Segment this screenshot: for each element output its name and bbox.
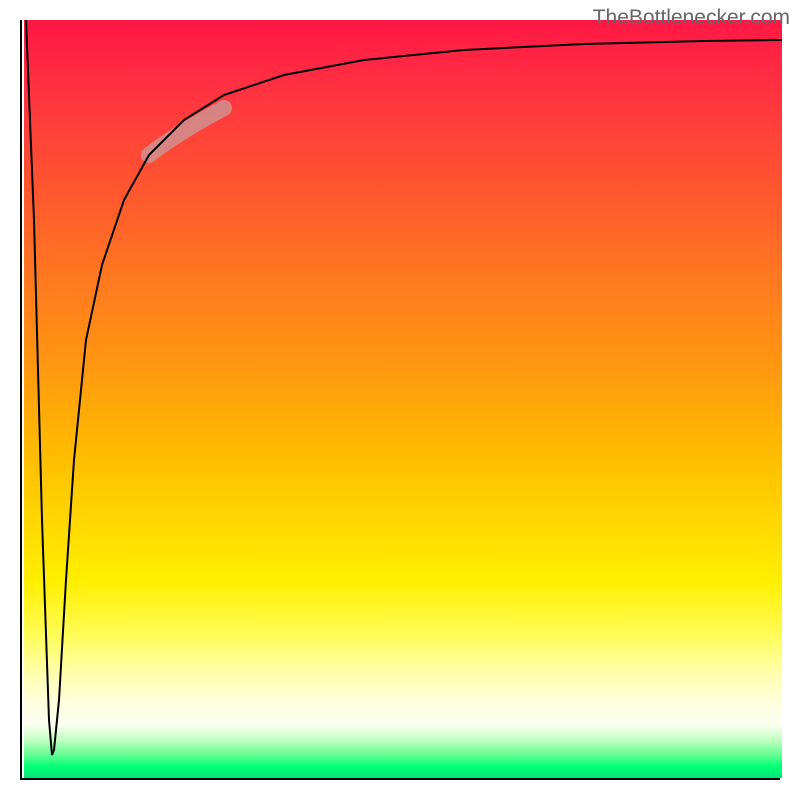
watermark-text: TheBottlenecker.com <box>593 6 790 30</box>
chart-container <box>20 20 780 780</box>
plot-area <box>20 20 780 780</box>
gradient-background <box>24 20 782 778</box>
